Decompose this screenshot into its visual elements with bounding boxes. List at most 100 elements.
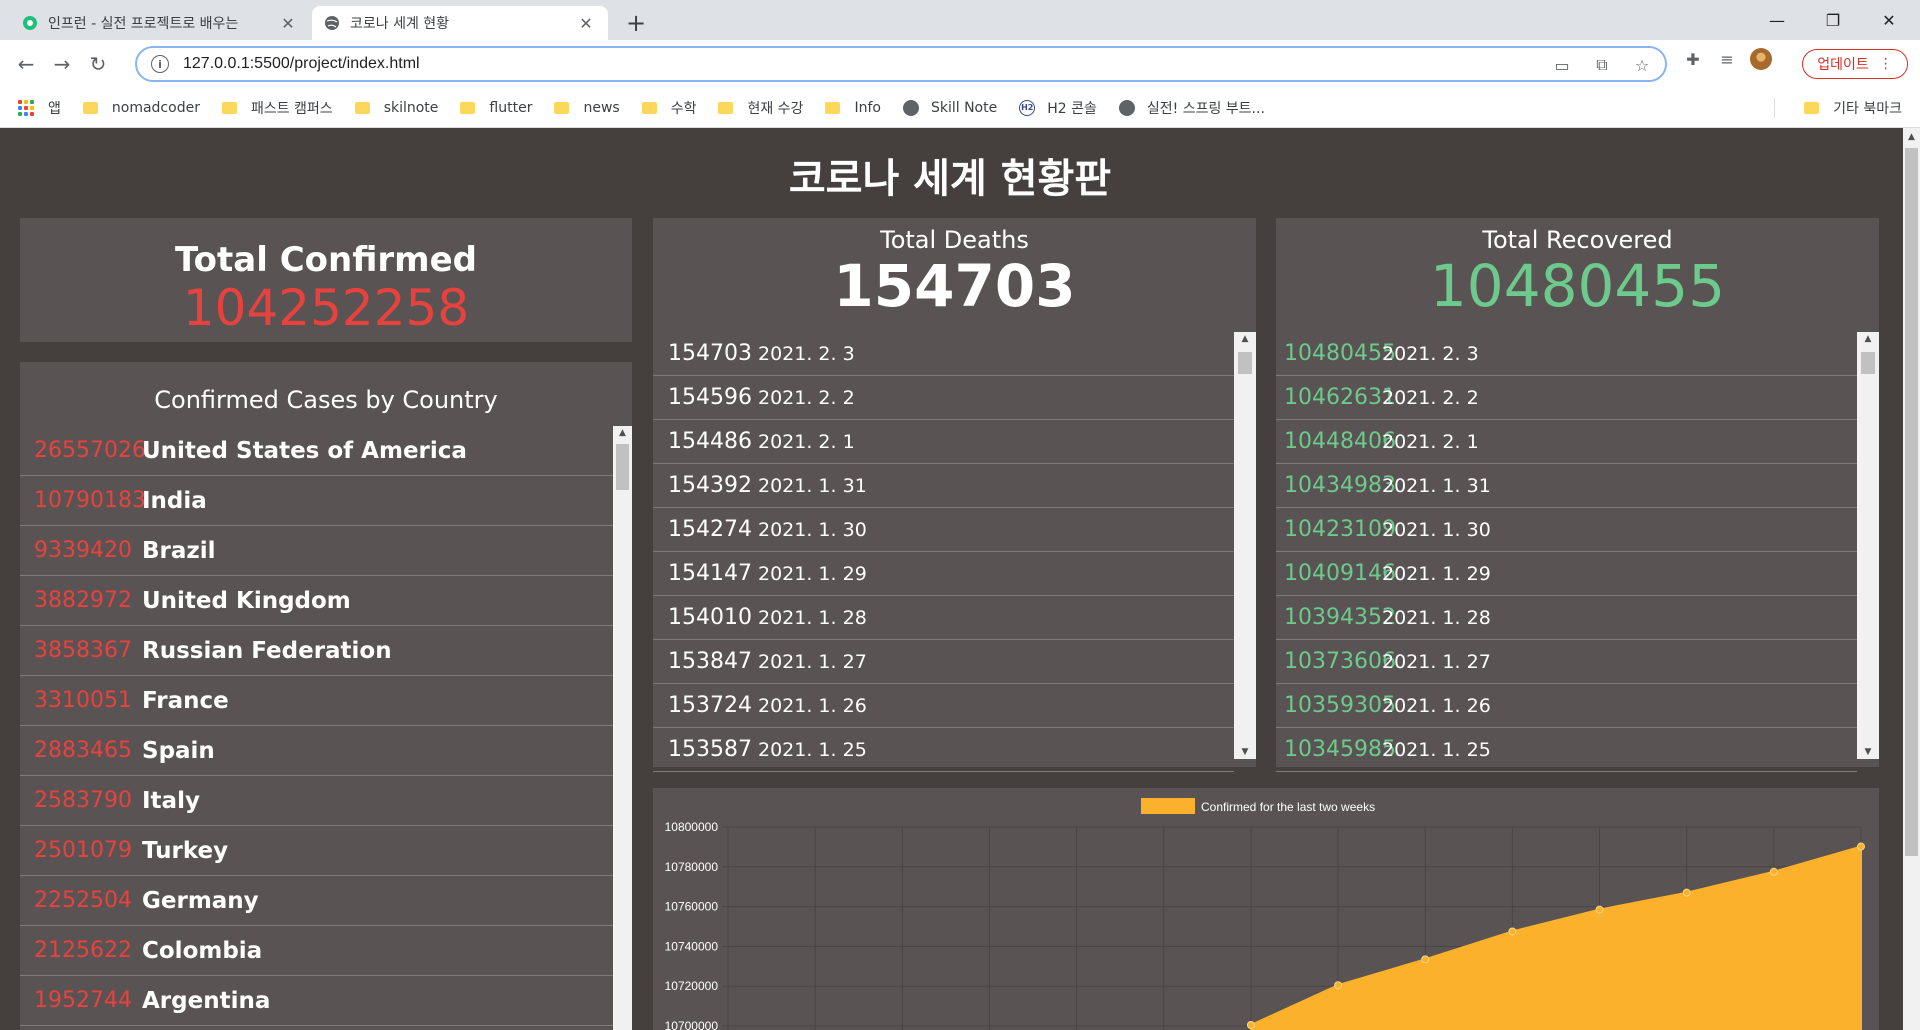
deaths-row-date: 2021. 1. 27 [758,650,867,673]
bookmark-item[interactable]: Info [825,100,881,116]
page-scrollbar[interactable]: ▲ [1903,128,1920,1030]
bookmark-item[interactable]: 현재 수강 [718,98,803,118]
y-tick-label: 10720000 [665,979,719,993]
country-cases-title: Confirmed Cases by Country [154,386,498,414]
bookmark-label: Skill Note [930,99,998,116]
bookmark-item[interactable]: skilnote [354,100,438,116]
minimize-button[interactable]: — [1750,0,1804,40]
back-arrow-icon[interactable]: ← [8,46,44,82]
tab-inflearn[interactable]: 인프런 - 실전 프로젝트로 배우는 ✕ [10,6,310,40]
maximize-button[interactable]: ❐ [1806,0,1860,40]
reload-icon[interactable]: ↻ [80,46,116,82]
bookmark-item[interactable]: 실전! 스프링 부트... [1118,98,1265,118]
country-row-count: 9339420 [34,538,132,563]
deaths-row-date: 2021. 1. 29 [758,562,867,585]
media-queue-icon[interactable]: ≡ [1716,48,1738,70]
forward-arrow-icon[interactable]: → [44,46,80,82]
area-series [1249,845,1862,1030]
y-tick-label: 10740000 [665,939,719,953]
deaths-list-scrollbar[interactable]: ▲ ▼ [1234,332,1256,759]
deaths-row: 153587 2021. 1. 25 [653,728,1234,772]
confirmed-trend-chart: 10800000 10780000 10760000 10740000 10720000… [653,788,1879,1030]
country-row: 2252504 Germany [20,876,613,926]
recovered-row-count: 10373606 [1284,649,1396,674]
scroll-up-icon[interactable]: ▲ [1234,332,1256,346]
deaths-row-count: 154703 [668,341,752,366]
folder-icon [825,101,841,114]
folder-icon [221,101,237,114]
folder-icon [354,101,370,114]
scroll-down-icon[interactable]: ▼ [1234,745,1256,759]
legend-label: Confirmed for the last two weeks [1201,800,1375,814]
scroll-up-icon[interactable]: ▲ [613,426,632,440]
total-deaths-card: Total Deaths 154703 154703 2021. 2. 3 1545… [653,218,1256,772]
tab-close-icon[interactable]: ✕ [576,14,596,33]
deaths-row: 154486 2021. 2. 1 [653,420,1234,464]
recovered-row-date: 2021. 2. 3 [1382,342,1479,365]
deaths-row-count: 153587 [668,737,752,762]
deaths-row-date: 2021. 1. 25 [758,738,867,761]
bookmark-item[interactable]: 수학 [641,98,697,118]
scrollbar-thumb[interactable] [616,444,629,490]
country-row-name: United States of America [142,437,467,464]
data-point [1769,867,1778,876]
bookmark-item[interactable]: 패스트 캠퍼스 [221,98,333,118]
deaths-row-date: 2021. 1. 28 [758,606,867,629]
globe-icon [902,99,919,116]
bookmark-item[interactable]: 앱 [18,98,61,118]
bookmark-label: nomadcoder [111,99,200,116]
recovered-row: 10373606 2021. 1. 27 [1276,640,1857,684]
scrollbar-thumb[interactable] [1905,148,1918,856]
bookmark-label: 수학 [670,100,697,117]
country-list-scrollbar[interactable]: ▲ [613,426,632,1030]
scrollbar-thumb[interactable] [1861,352,1875,374]
url-text: 127.0.0.1:5500/project/index.html [183,55,420,72]
profile-avatar-icon[interactable] [1750,48,1772,70]
country-row-count: 2583790 [34,788,132,813]
cast-icon[interactable]: ▭ [1551,54,1573,76]
scrollbar-thumb[interactable] [1238,352,1252,374]
country-row: 2583790 Italy [20,776,613,826]
deaths-row-date: 2021. 2. 2 [758,386,855,409]
translate-icon[interactable]: ⧉ [1591,54,1613,76]
bookmark-item[interactable]: flutter [460,100,532,116]
address-bar[interactable]: i 127.0.0.1:5500/project/index.html ▭ ⧉ … [135,46,1667,82]
bookmark-item[interactable]: Skill Note [902,99,998,116]
country-row-count: 3858367 [34,638,132,663]
recovered-row: 10448406 2021. 2. 1 [1276,420,1857,464]
country-row: 3310051 France [20,676,613,726]
total-confirmed-label: Total Confirmed [174,240,478,280]
tab-title: 인프런 - 실전 프로젝트로 배우는 [48,16,239,32]
tab-corona[interactable]: 코로나 세계 현황 ✕ [312,6,608,40]
update-label: 업데이트 [1817,57,1869,73]
scroll-up-icon[interactable]: ▲ [1903,128,1920,146]
new-tab-button[interactable]: + [622,6,650,40]
scroll-down-icon[interactable]: ▼ [1857,745,1879,759]
page-viewport: 코로나 세계 현황판 Total Confirmed 104252258 Con… [0,128,1920,1030]
folder-icon [641,101,657,114]
window-close-button[interactable]: ✕ [1862,0,1916,40]
bookmark-item[interactable]: nomadcoder [82,99,200,116]
recovered-list-scrollbar[interactable]: ▲ ▼ [1857,332,1879,759]
recovered-row-count: 10448406 [1284,429,1396,454]
recovered-row-date: 2021. 2. 2 [1382,386,1479,409]
country-row-count: 1952744 [34,988,132,1013]
country-row-name: France [142,687,229,714]
country-row-count: 3882972 [34,588,132,613]
bookmark-item[interactable]: H2 H2 콘솔 [1019,98,1097,118]
folder-icon [718,101,734,114]
country-row: 3882972 United Kingdom [20,576,613,626]
deaths-row-date: 2021. 1. 31 [758,474,867,497]
site-info-icon[interactable]: i [151,55,169,73]
update-button[interactable]: 업데이트 ⋮ [1802,49,1908,79]
data-point [1246,1021,1255,1030]
more-menu-icon: ⋮ [1878,56,1893,72]
scroll-up-icon[interactable]: ▲ [1857,332,1879,346]
deaths-row-count: 153724 [668,693,752,718]
bookmark-star-icon[interactable]: ☆ [1631,54,1653,76]
tab-close-icon[interactable]: ✕ [278,14,298,33]
bookmark-item[interactable]: news [554,100,620,116]
deaths-row-date: 2021. 2. 1 [758,430,855,453]
other-bookmarks[interactable]: 기타 북마크 [1804,98,1902,118]
extensions-puzzle-icon[interactable]: ✚ [1682,48,1704,70]
